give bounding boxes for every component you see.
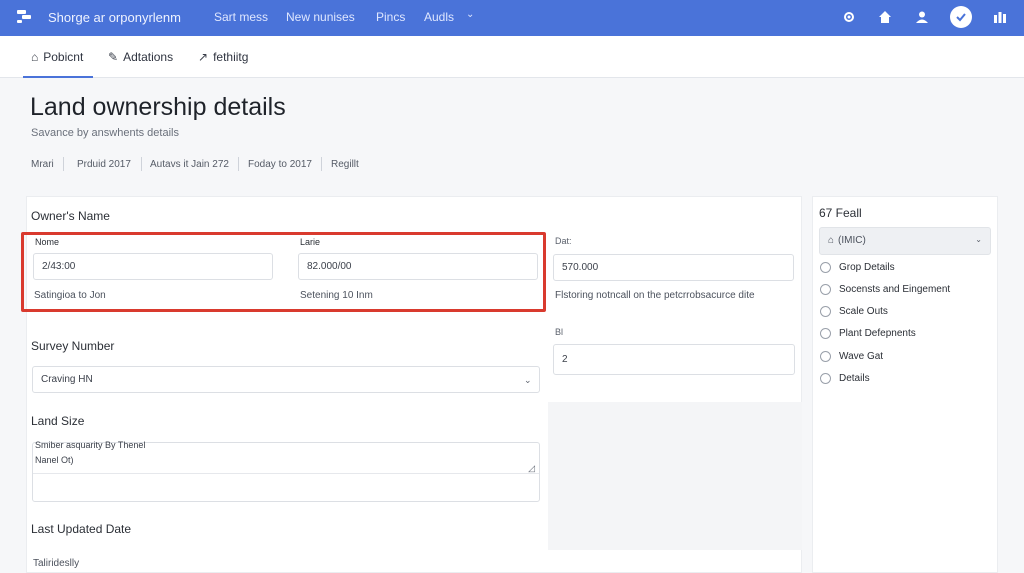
nav-link-1[interactable]: Sart mess bbox=[214, 10, 268, 24]
breadcrumb-item[interactable]: Foday to 2017 bbox=[248, 159, 312, 170]
date-label: Dat: bbox=[555, 236, 572, 246]
gear-icon[interactable] bbox=[840, 8, 858, 26]
option-label: Grop Details bbox=[839, 262, 895, 273]
bi-field[interactable]: 2 bbox=[553, 344, 795, 375]
radio-button[interactable] bbox=[820, 351, 831, 362]
building-icon: ⌂ bbox=[828, 235, 835, 246]
breadcrumb-item[interactable]: Mrari bbox=[31, 159, 54, 170]
textarea-divider bbox=[33, 473, 539, 474]
doc-icon: ⌂ bbox=[31, 50, 39, 64]
option-row[interactable]: Socensts and Eingement bbox=[820, 284, 950, 295]
brand-name[interactable]: Shorge ar orponyrlenm bbox=[48, 10, 181, 25]
grid-icon[interactable] bbox=[991, 8, 1009, 26]
breadcrumb-item[interactable]: Autavs it Jain 272 bbox=[150, 159, 229, 170]
tab-bar: ⌂ Pobicnt ✎ Adtations ↗ fethiitg bbox=[0, 36, 1024, 78]
owners-name-title: Owner's Name bbox=[31, 209, 110, 223]
option-row[interactable]: Wave Gat bbox=[820, 351, 883, 362]
option-label: Plant Defepnents bbox=[839, 328, 916, 339]
date-hint: Flstoring notncall on the petcrrobsacurc… bbox=[555, 290, 755, 301]
survey-number-select[interactable]: Craving HN bbox=[32, 366, 540, 393]
textarea-line: Nanel Ot) bbox=[35, 455, 74, 465]
option-row[interactable]: Details bbox=[820, 373, 870, 384]
avatar-icon[interactable] bbox=[950, 6, 972, 28]
option-label: Wave Gat bbox=[839, 351, 884, 362]
chevron-down-icon[interactable]: ⌄ bbox=[466, 9, 474, 20]
land-size-textarea[interactable]: Smiber asquarity By Thenel Nanel Ot) ◿ bbox=[32, 440, 540, 502]
resize-handle-icon[interactable]: ◿ bbox=[528, 463, 535, 474]
option-label: Scale Outs bbox=[839, 306, 888, 317]
breadcrumb-separator bbox=[63, 157, 64, 171]
page-subtitle: Savance by answhents details bbox=[31, 127, 179, 139]
chevron-down-icon: ⌄ bbox=[975, 235, 982, 244]
radio-button[interactable] bbox=[820, 284, 831, 295]
option-row[interactable]: Scale Outs bbox=[820, 306, 888, 317]
chevron-down-icon[interactable]: ⌄ bbox=[524, 375, 532, 386]
survey-number-title: Survey Number bbox=[31, 339, 115, 353]
breadcrumb-item[interactable]: Regillt bbox=[331, 159, 359, 170]
top-nav-bar: Shorge ar orponyrlenm Sart mess New nuni… bbox=[0, 0, 1024, 36]
land-size-title: Land Size bbox=[31, 414, 85, 428]
side-panel-select[interactable]: ⌂ (IMIC) ⌄ bbox=[819, 227, 991, 255]
radio-button[interactable] bbox=[820, 373, 831, 384]
active-tab-indicator bbox=[23, 76, 93, 78]
side-select-value: (IMIC) bbox=[838, 235, 866, 246]
side-panel-title: 67 Feall bbox=[819, 206, 862, 220]
tab-fethiitg[interactable]: ↗ fethiitg bbox=[198, 50, 248, 64]
tab-label: Adtations bbox=[123, 50, 174, 64]
home-icon[interactable] bbox=[876, 8, 894, 26]
link-icon: ↗ bbox=[198, 50, 209, 64]
highlight-box bbox=[21, 232, 546, 312]
breadcrumb-separator bbox=[321, 157, 322, 171]
bi-label: Bl bbox=[555, 327, 564, 337]
pin-icon: ✎ bbox=[108, 50, 119, 64]
nav-link-4[interactable]: Audls bbox=[424, 10, 454, 24]
app-logo-icon[interactable] bbox=[16, 8, 32, 24]
page-title: Land ownership details bbox=[30, 93, 286, 121]
radio-button[interactable] bbox=[820, 262, 831, 273]
nav-link-2[interactable]: New nunises bbox=[286, 10, 355, 24]
tab-adtations[interactable]: ✎ Adtations bbox=[108, 50, 173, 64]
empty-panel bbox=[548, 402, 802, 550]
option-label: Details bbox=[839, 373, 870, 384]
breadcrumb-separator bbox=[238, 157, 239, 171]
date-field[interactable]: 570.000 bbox=[553, 254, 794, 281]
breadcrumb-separator bbox=[141, 157, 142, 171]
nav-link-3[interactable]: Pincs bbox=[376, 10, 405, 24]
option-row[interactable]: Plant Defepnents bbox=[820, 328, 916, 339]
tab-label: Pobicnt bbox=[43, 50, 84, 64]
last-updated-title: Last Updated Date bbox=[31, 522, 132, 536]
textarea-line: Smiber asquarity By Thenel bbox=[35, 440, 146, 450]
last-updated-value: Talirideslly bbox=[33, 558, 80, 569]
tab-label: fethiitg bbox=[213, 50, 249, 64]
user-icon[interactable] bbox=[913, 8, 931, 26]
tab-pobicnt[interactable]: ⌂ Pobicnt bbox=[31, 50, 83, 64]
breadcrumb-item[interactable]: Prduid 2017 bbox=[77, 159, 131, 170]
option-row[interactable]: Grop Details bbox=[820, 262, 895, 273]
radio-button[interactable] bbox=[820, 328, 831, 339]
option-label: Socensts and Eingement bbox=[839, 284, 951, 295]
radio-button[interactable] bbox=[820, 306, 831, 317]
